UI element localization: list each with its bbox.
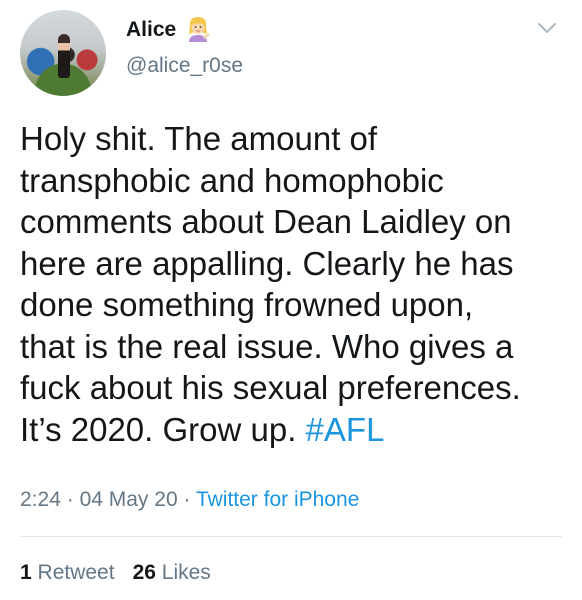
- chevron-down-icon[interactable]: [536, 20, 558, 36]
- like-count: 26: [132, 561, 156, 584]
- display-name[interactable]: Alice: [126, 18, 176, 42]
- avatar-photo-figure: [58, 34, 70, 78]
- tweet-text: Holy shit. The amount of transphobic and…: [20, 118, 572, 450]
- hashtag-link[interactable]: #AFL: [306, 411, 385, 448]
- avatar[interactable]: [20, 10, 106, 96]
- tweet-time[interactable]: 2:24: [20, 488, 61, 511]
- meta-separator: ·: [66, 488, 74, 511]
- tweet-source-link[interactable]: Twitter for iPhone: [196, 488, 359, 511]
- engagement-stats: 1 Retweet 26 Likes: [20, 561, 211, 585]
- divider: [20, 536, 562, 537]
- tweet-body: Holy shit. The amount of transphobic and…: [20, 120, 521, 448]
- tweet-date[interactable]: 04 May 20: [80, 488, 178, 511]
- like-label: Likes: [161, 561, 211, 584]
- user-handle[interactable]: @alice_r0se: [126, 54, 243, 78]
- woman-tipping-hand-icon: [189, 17, 210, 42]
- meta-separator: ·: [183, 488, 191, 511]
- like-stat[interactable]: 26 Likes: [133, 561, 211, 584]
- tweet-meta: 2:24 · 04 May 20 · Twitter for iPhone: [20, 488, 359, 512]
- retweet-count: 1: [20, 561, 32, 584]
- retweet-stat[interactable]: 1 Retweet: [20, 561, 115, 584]
- retweet-label: Retweet: [37, 561, 115, 584]
